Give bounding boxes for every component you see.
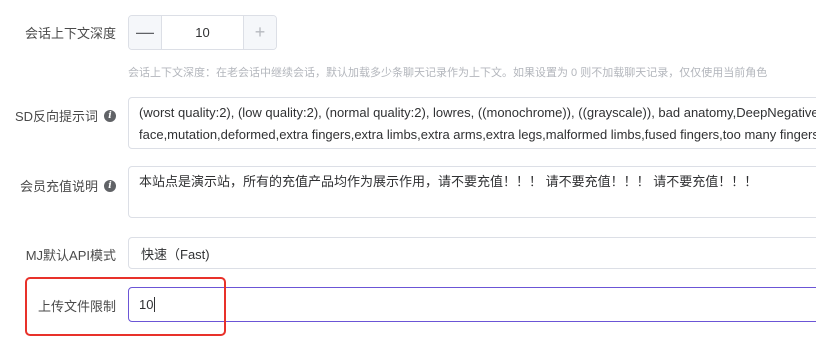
textarea-line: 本站点是演示站，所有的充值产品均作为展示作用，请不要充值！！！ 请不要充值！！！… (139, 174, 758, 189)
info-icon[interactable]: i (104, 179, 116, 192)
member-recharge-label: 会员充值说明 i (20, 176, 116, 195)
minus-icon: — (136, 22, 154, 42)
upload-limit-input[interactable]: 10 (128, 287, 816, 322)
info-icon[interactable]: i (104, 109, 116, 122)
mj-api-mode-selected: 快速（Fast) (141, 246, 210, 262)
sd-negative-prompt-label: SD反向提示词 i (15, 106, 116, 125)
context-depth-stepper[interactable]: — 10 + (128, 15, 277, 50)
member-recharge-label-text: 会员充值说明 (19, 179, 98, 194)
sd-negative-prompt-textarea[interactable]: (worst quality:2), (low quality:2), (nor… (128, 97, 816, 149)
mj-api-mode-select[interactable]: 快速（Fast) (128, 237, 816, 269)
textarea-line: (worst quality:2), (low quality:2), (nor… (139, 105, 816, 120)
context-depth-hint: 会话上下文深度：在老会话中继续会话，默认加载多少条聊天记录作为上下文。如果设置为… (128, 67, 768, 79)
mj-api-mode-label: MJ默认API模式 (25, 248, 116, 263)
context-depth-label: 会话上下文深度 (24, 26, 116, 41)
plus-icon: + (254, 22, 266, 42)
decrement-button[interactable]: — (129, 16, 162, 49)
highlight-box (25, 277, 226, 336)
member-recharge-textarea[interactable]: 本站点是演示站，所有的充值产品均作为展示作用，请不要充值！！！ 请不要充值！！！… (128, 166, 816, 218)
textarea-line: face,mutation,deformed,extra fingers,ext… (139, 127, 816, 142)
increment-button[interactable]: + (243, 16, 276, 49)
context-depth-value[interactable]: 10 (162, 16, 243, 49)
sd-negative-prompt-label-text: SD反向提示词 (14, 109, 98, 124)
